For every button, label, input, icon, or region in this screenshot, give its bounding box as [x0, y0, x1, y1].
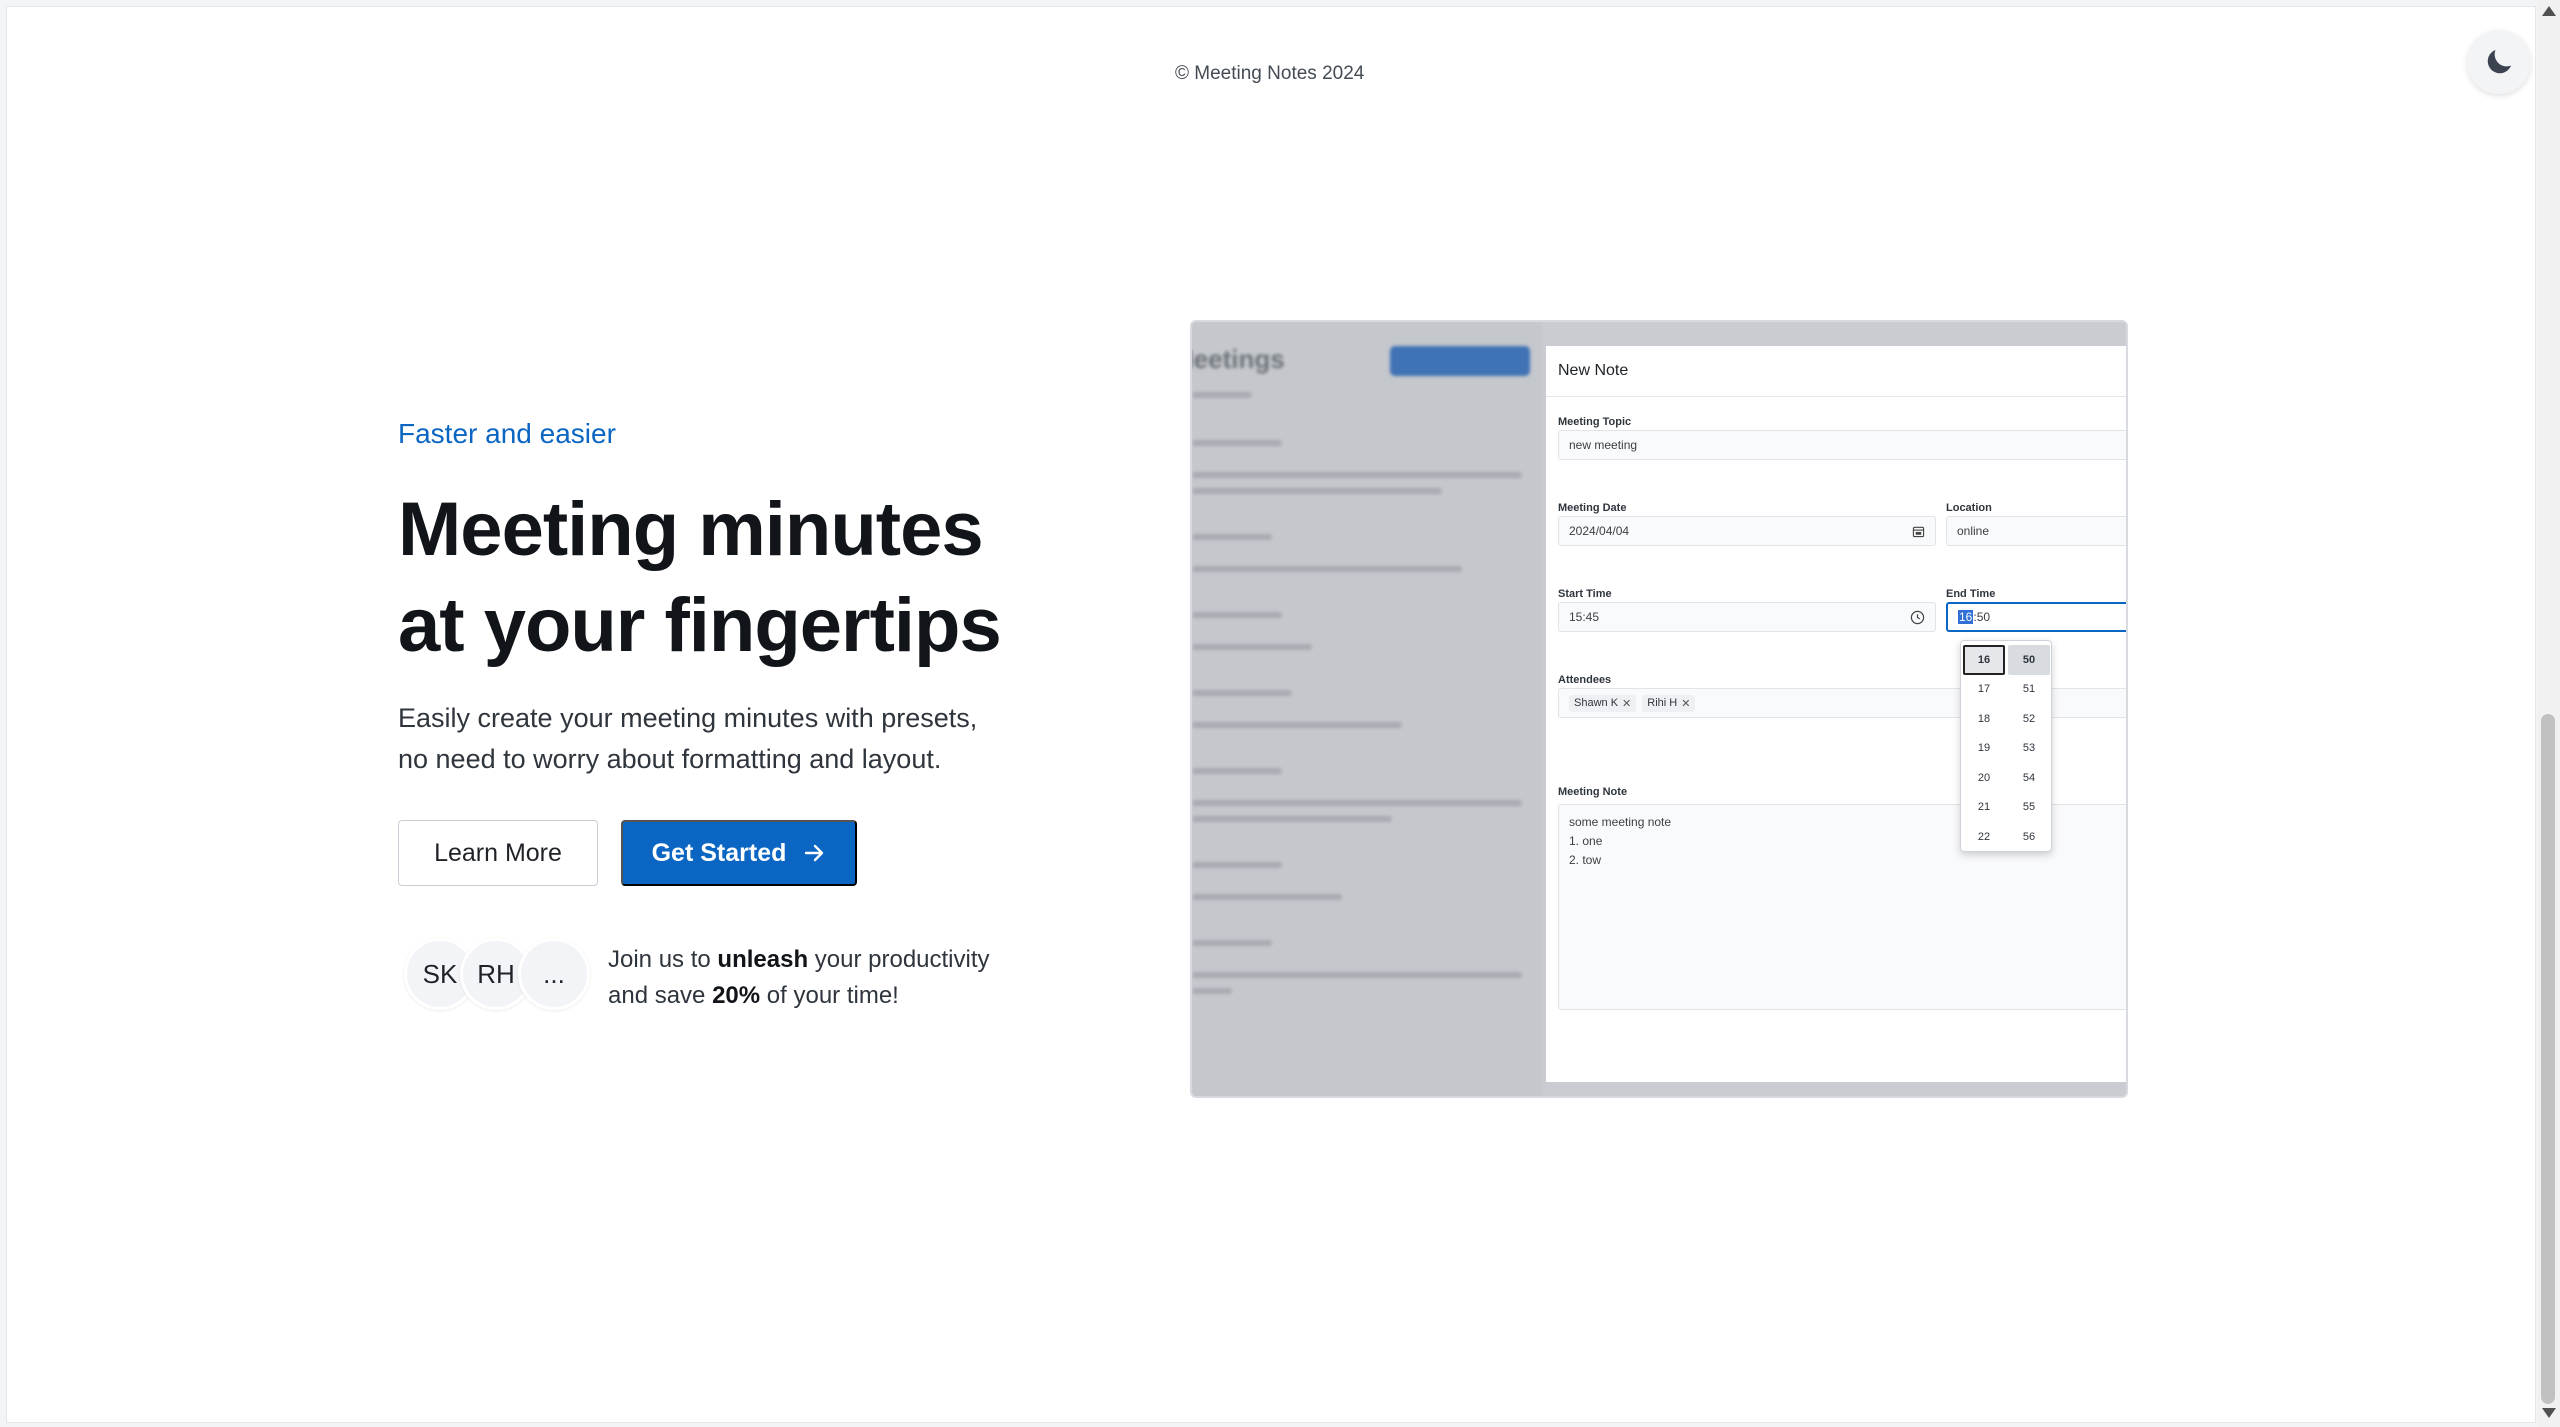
- join-text-part: of your time!: [760, 982, 899, 1009]
- learn-more-label: Learn More: [434, 838, 562, 867]
- hour-option: 18: [1977, 712, 1991, 725]
- theme-toggle-button[interactable]: [2467, 30, 2531, 94]
- preview-row: [1192, 534, 1272, 540]
- get-started-label: Get Started: [651, 838, 787, 867]
- join-text-part: Join us to: [608, 946, 718, 973]
- meeting-date-label: Meeting Date: [1558, 502, 1627, 514]
- preview-row: [1192, 800, 1522, 806]
- hour-option: 22: [1977, 830, 1991, 843]
- preview-row: [1192, 862, 1282, 868]
- preview-row: [1192, 472, 1522, 478]
- calendar-icon: [1912, 526, 1925, 538]
- hero-title: Meeting minutes at your fingertips: [398, 482, 1158, 674]
- minute-option: 55: [2022, 801, 2036, 814]
- hero-description-line-2: no need to worry about formatting and la…: [398, 744, 942, 774]
- join-text-bold: 20%: [712, 982, 761, 1009]
- minute-option: 52: [2022, 712, 2036, 725]
- avatar-more-label: ...: [543, 958, 565, 989]
- meeting-date-input: 2024/04/04: [1558, 516, 1936, 546]
- preview-row: [1192, 488, 1442, 494]
- hour-option: 19: [1977, 742, 1991, 755]
- location-value: online: [1957, 524, 1990, 538]
- start-time-label: Start Time: [1558, 588, 1612, 600]
- avatar-more: ...: [518, 938, 590, 1010]
- end-time-input: 16:50: [1946, 602, 2126, 632]
- avatar-initials: SK: [422, 958, 458, 989]
- location-label: Location: [1946, 502, 1992, 514]
- hour-option: 21: [1977, 801, 1991, 814]
- preview-sidebar: Meetings: [1192, 322, 1542, 1096]
- preview-row: [1192, 392, 1252, 398]
- attendees-label: Attendees: [1558, 674, 1612, 686]
- hours-column: 16 17 18 19 20 21 22: [1963, 645, 2005, 852]
- minutes-column: 50 51 52 53 54 55 56: [2008, 645, 2050, 852]
- preview-row: [1192, 722, 1402, 728]
- preview-row: [1192, 612, 1282, 618]
- copyright-text: © Meeting Notes 2024: [1175, 63, 1365, 84]
- meeting-note-label: Meeting Note: [1558, 786, 1628, 798]
- start-time-input: 15:45: [1558, 602, 1936, 632]
- end-time-label: End Time: [1946, 588, 1996, 600]
- scrollbar[interactable]: [2537, 0, 2560, 1427]
- attendee-chip: Rihi H ✕: [1642, 694, 1696, 712]
- minute-option: 54: [2022, 771, 2036, 784]
- avatar-initials: RH: [477, 958, 515, 989]
- preview-row: [1192, 988, 1232, 994]
- learn-more-button[interactable]: Learn More: [398, 820, 598, 886]
- minute-option: 50: [2008, 645, 2050, 675]
- scroll-up-arrow-icon[interactable]: [2542, 6, 2556, 16]
- meeting-topic-value: new meeting: [1569, 438, 1638, 452]
- scrollbar-thumb[interactable]: [2541, 714, 2555, 1404]
- join-text-part: your productivity: [808, 946, 990, 973]
- attendee-name: Shawn K: [1574, 697, 1619, 709]
- get-started-button[interactable]: Get Started: [621, 820, 857, 886]
- hero-title-line-2: at your fingertips: [398, 583, 1002, 668]
- preview-row: [1192, 440, 1282, 446]
- hero-description-line-1: Easily create your meeting minutes with …: [398, 703, 978, 733]
- attendee-chip: Shawn K ✕: [1569, 694, 1637, 712]
- preview-row: [1192, 940, 1272, 946]
- preview-row: [1192, 644, 1312, 650]
- hero-description: Easily create your meeting minutes with …: [398, 698, 1118, 780]
- hero-title-line-1: Meeting minutes: [398, 487, 984, 572]
- new-note-title: New Note: [1558, 362, 1629, 379]
- meeting-date-value: 2024/04/04: [1569, 524, 1630, 538]
- end-time-hour-selected: 16: [1958, 610, 1974, 624]
- divider: [1546, 396, 2126, 397]
- attendee-name: Rihi H: [1647, 697, 1678, 709]
- minute-option: 53: [2022, 742, 2036, 755]
- hour-option: 20: [1977, 771, 1991, 784]
- minute-option: 56: [2022, 830, 2036, 843]
- start-time-value: 15:45: [1569, 610, 1600, 624]
- note-line: 2. tow: [1569, 853, 1602, 867]
- minute-option: 51: [2022, 683, 2036, 696]
- meeting-topic-input: new meeting: [1558, 430, 2126, 460]
- preview-sidebar-button: [1390, 346, 1530, 376]
- preview-sidebar-title: Meetings: [1192, 344, 1285, 374]
- scroll-down-arrow-icon[interactable]: [2542, 1408, 2556, 1418]
- preview-row: [1192, 972, 1522, 978]
- moon-icon: [2487, 49, 2512, 74]
- preview-row: [1192, 768, 1282, 774]
- preview-row: [1192, 690, 1292, 696]
- hero-eyebrow: Faster and easier: [398, 418, 616, 449]
- hour-option: 17: [1977, 683, 1991, 696]
- close-icon: ✕: [1622, 697, 1632, 710]
- clock-icon: [1910, 610, 1925, 625]
- close-icon: ✕: [1681, 697, 1691, 710]
- hour-option: 16: [1963, 645, 2005, 675]
- location-input: online: [1946, 516, 2126, 546]
- preview-row: [1192, 816, 1392, 822]
- join-text: Join us to unleash your productivity and…: [608, 942, 1028, 1014]
- preview-row: [1192, 894, 1342, 900]
- arrow-right-icon: [805, 844, 824, 862]
- time-picker-dropdown: 16 17 18 19 20 21 22 50 51 52 53 54 55 5…: [1960, 640, 2052, 852]
- join-text-bold: unleash: [717, 946, 809, 973]
- preview-row: [1192, 566, 1462, 572]
- join-text-part: and save: [608, 982, 713, 1009]
- meeting-topic-label: Meeting Topic: [1558, 416, 1632, 428]
- end-time-minutes: :50: [1973, 610, 1991, 624]
